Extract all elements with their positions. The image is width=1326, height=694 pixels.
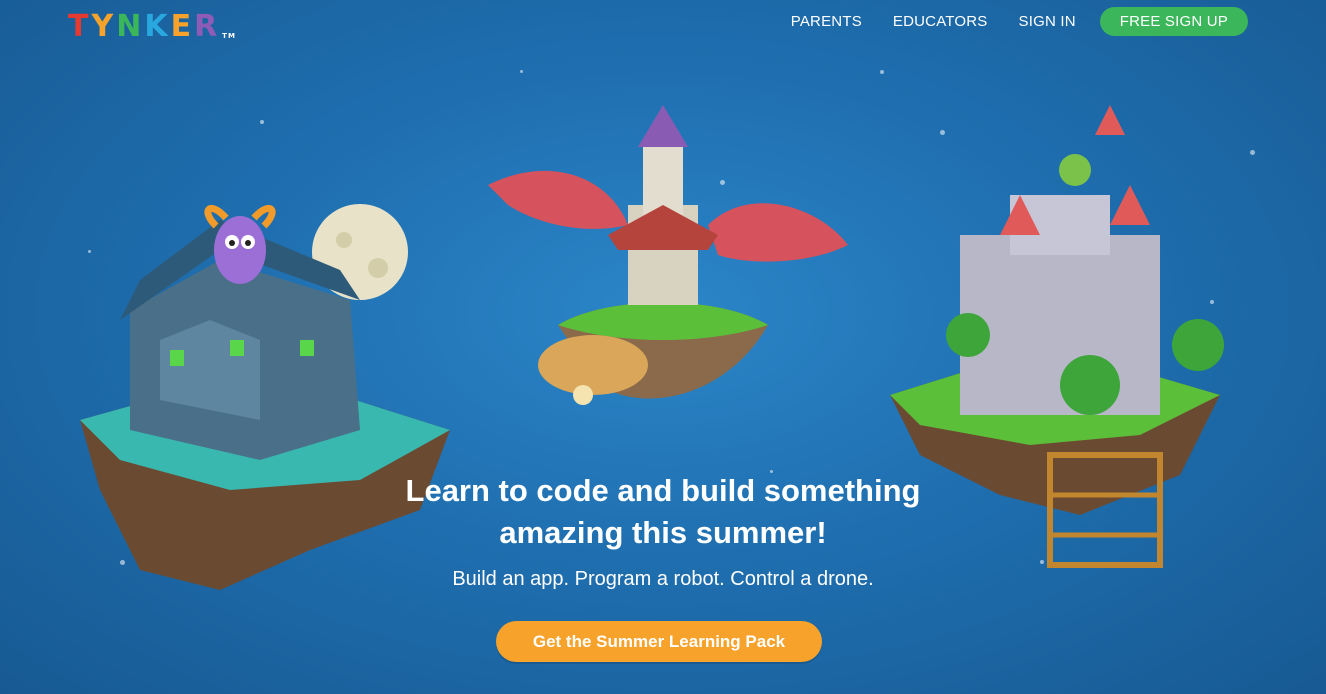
main-nav: PARENTS EDUCATORS SIGN IN FREE SIGN UP <box>760 7 1248 36</box>
logo-letter: R <box>194 9 219 44</box>
logo-letter: E <box>170 9 193 44</box>
tynker-logo[interactable]: T Y N K E R TM <box>68 8 236 42</box>
headline-line-2: amazing this summer! <box>499 515 827 550</box>
logo-letter: N <box>116 9 143 44</box>
logo-letter: K <box>144 9 169 44</box>
sparkle-dot <box>1250 150 1255 155</box>
summer-learning-pack-button[interactable]: Get the Summer Learning Pack <box>496 621 822 662</box>
dragon-airship-island-illustration <box>488 105 848 405</box>
goblin-character <box>1059 154 1091 186</box>
logo-letter: Y <box>91 9 115 44</box>
top-navigation: T Y N K E R TM PARENTS EDUCATORS SIGN IN FREE … <box>0 0 1326 46</box>
sparkle-dot <box>260 120 264 124</box>
headline-line-1: Learn to code and build something <box>405 473 921 508</box>
nav-sign-in-link[interactable]: SIGN IN <box>1019 13 1076 30</box>
sparkle-dot <box>880 70 884 74</box>
nav-educators-link[interactable]: EDUCATORS <box>893 13 988 30</box>
logo-letter: T <box>68 9 90 44</box>
trademark-symbol: TM <box>222 32 236 40</box>
sparkle-dot <box>520 70 523 73</box>
hero-subheadline: Build an app. Program a robot. Control a… <box>452 568 874 590</box>
nav-parents-link[interactable]: PARENTS <box>791 13 862 30</box>
free-sign-up-button[interactable]: FREE SIGN UP <box>1099 7 1248 36</box>
hero-headline: Learn to code and build something amazin… <box>0 470 1326 554</box>
